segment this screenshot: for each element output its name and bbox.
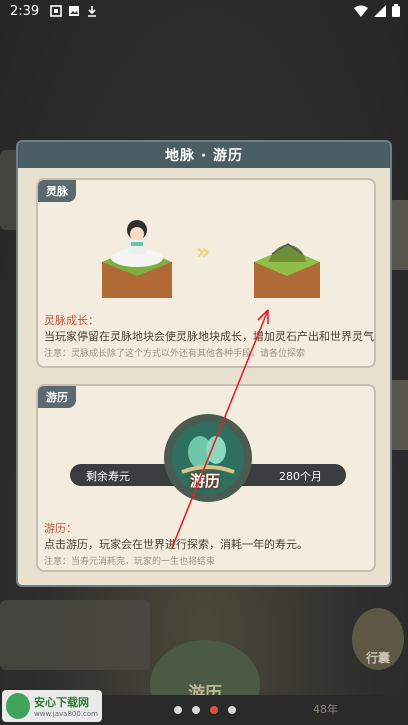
- tutorial-dialog: 地脉 · 游历 灵脉 » 灵脉成长： 当玩家停留在灵脉地块会使灵脉地块成长，增加…: [16, 140, 392, 587]
- media-icon: [50, 5, 62, 17]
- signal-icon: [374, 4, 386, 17]
- travel-caption-title: 游历：: [44, 522, 77, 535]
- status-bar: 2:39: [0, 0, 408, 24]
- travel-card: 游历 剩余寿元 280个月 游历 游历： 点击游历，玩家会在世界进行探索，消耗一…: [36, 384, 376, 572]
- page-dot-active[interactable]: [210, 706, 218, 714]
- lifespan-label: 剩余寿元: [86, 470, 130, 483]
- wifi-icon: [354, 5, 368, 17]
- travel-tag: 游历: [38, 386, 76, 408]
- travel-caption-desc: 点击游历，玩家会在世界进行探索，消耗一年的寿元。: [44, 538, 308, 551]
- bg-tile: [0, 600, 150, 670]
- status-time: 2:39: [10, 4, 40, 19]
- bag-button-label: 行囊: [365, 651, 390, 665]
- watermark-logo-icon: [6, 693, 31, 719]
- image-icon: [69, 6, 79, 16]
- character-on-island-icon: [102, 220, 172, 298]
- bag-button[interactable]: 行囊: [352, 608, 404, 670]
- double-arrow-icon: »: [196, 240, 211, 265]
- dialog-header: 地脉 · 游历: [18, 142, 390, 168]
- watermark-url: www.java800.com: [34, 710, 98, 718]
- page-dot[interactable]: [192, 706, 200, 714]
- travel-caption-note: 注意：当寿元消耗完，玩家的一生也将结束: [44, 557, 216, 567]
- watermark: 安心下载网 www.java800.com: [2, 690, 102, 722]
- explore-label: 游历: [190, 472, 221, 490]
- bottom-age-text: 48年: [313, 703, 338, 716]
- download-icon: [88, 6, 96, 17]
- page-dot[interactable]: [228, 706, 236, 714]
- spirit-vein-caption-desc: 当玩家停留在灵脉地块会使灵脉地块成长，增加灵石产出和世界灵气: [44, 330, 374, 343]
- spirit-vein-caption-note: 注意：灵脉成长除了这个方式以外还有其他各种手段，请各位探索: [44, 349, 306, 359]
- spirit-vein-tag: 灵脉: [38, 180, 76, 202]
- page-dot[interactable]: [174, 706, 182, 714]
- watermark-title: 安心下载网: [34, 696, 90, 709]
- page-indicator: [174, 706, 236, 714]
- spirit-vein-caption-title: 灵脉成长：: [44, 314, 99, 327]
- dialog-title: 地脉 · 游历: [164, 148, 244, 164]
- battery-icon: [392, 4, 400, 17]
- lifespan-value: 280个月: [279, 470, 322, 483]
- spirit-vein-card: 灵脉 » 灵脉成长： 当玩家停留在灵脉地块会使灵脉地块成长，增加灵石产出和世界灵…: [36, 178, 376, 368]
- grown-island-icon: [254, 243, 320, 298]
